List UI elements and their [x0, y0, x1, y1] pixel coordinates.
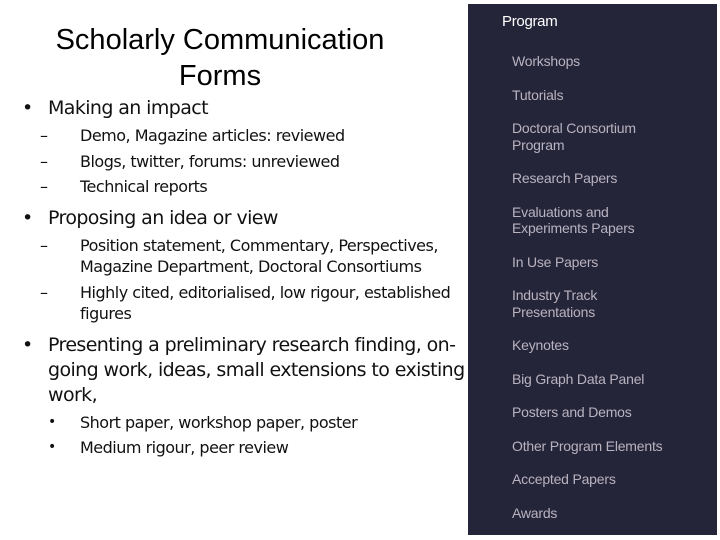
dash-icon: –	[40, 235, 48, 255]
bullet-icon: •	[48, 413, 56, 430]
sub-item: • Short paper, workshop paper, poster	[20, 412, 470, 434]
bullet-text: Making an impact	[48, 97, 209, 119]
dash-icon: –	[40, 177, 48, 196]
bullet-text: Proposing an idea or view	[48, 206, 278, 229]
menu-item-doctoral-consortium[interactable]: Doctoral Consortium Program	[512, 120, 662, 153]
sub-item-text: Position statement, Commentary, Perspect…	[80, 235, 438, 277]
slide-title: Scholarly Communication Forms	[0, 22, 440, 94]
program-menu-list: Workshops Tutorials Doctoral Consortium …	[512, 53, 712, 538]
slide-content: • Making an impact – Demo, Magazine arti…	[20, 96, 470, 467]
sub-item-text: Technical reports	[80, 177, 208, 196]
menu-item-accepted-papers[interactable]: Accepted Papers	[512, 471, 712, 488]
bullet-item: • Presenting a preliminary research find…	[20, 333, 470, 408]
bullet-icon: •	[22, 206, 33, 229]
bullet-text: Presenting a preliminary research findin…	[48, 333, 465, 406]
sub-item: – Highly cited, editorialised, low rigou…	[20, 282, 470, 325]
bullet-item: • Making an impact	[20, 96, 470, 121]
sub-item-text: Demo, Magazine articles: reviewed	[80, 126, 345, 145]
sub-item-text: Highly cited, editorialised, low rigour,…	[80, 282, 451, 324]
sub-item: – Demo, Magazine articles: reviewed	[20, 125, 470, 147]
menu-item-other-program-elements[interactable]: Other Program Elements	[512, 438, 712, 455]
slide-title-line-1: Scholarly Communication	[55, 24, 385, 56]
dash-icon: –	[40, 151, 48, 171]
section-making-impact: • Making an impact – Demo, Magazine arti…	[20, 96, 470, 198]
menu-item-in-use-papers[interactable]: In Use Papers	[512, 254, 712, 271]
menu-item-evaluations-experiments[interactable]: Evaluations and Experiments Papers	[512, 204, 652, 237]
bullet-icon: •	[22, 97, 33, 119]
program-menu-panel: Program Workshops Tutorials Doctoral Con…	[468, 4, 717, 535]
sub-item: – Technical reports	[20, 176, 470, 198]
menu-item-keynotes[interactable]: Keynotes	[512, 337, 712, 354]
slide-title-line-2: Forms	[178, 60, 262, 92]
menu-item-research-papers[interactable]: Research Papers	[512, 170, 712, 187]
sub-item: – Blogs, twitter, forums: unreviewed	[20, 151, 470, 173]
section-proposing-idea: • Proposing an idea or view – Position s…	[20, 206, 470, 325]
sub-item: • Medium rigour, peer review	[20, 437, 470, 459]
dash-icon: –	[40, 126, 48, 145]
program-menu-title[interactable]: Program	[502, 13, 558, 30]
sub-item: – Position statement, Commentary, Perspe…	[20, 235, 470, 278]
menu-item-workshops[interactable]: Workshops	[512, 53, 712, 70]
dash-icon: –	[40, 282, 48, 302]
section-presenting-finding: • Presenting a preliminary research find…	[20, 333, 470, 459]
sub-item-text: Blogs, twitter, forums: unreviewed	[80, 151, 340, 171]
bullet-icon: •	[48, 439, 56, 455]
sub-item-text: Medium rigour, peer review	[80, 438, 289, 457]
menu-item-posters-demos[interactable]: Posters and Demos	[512, 404, 712, 421]
sub-item-text: Short paper, workshop paper, poster	[80, 412, 358, 432]
menu-item-industry-track[interactable]: Industry Track Presentations	[512, 287, 612, 320]
bullet-icon: •	[22, 333, 33, 356]
menu-item-big-graph-data-panel[interactable]: Big Graph Data Panel	[512, 371, 712, 388]
menu-item-awards[interactable]: Awards	[512, 505, 712, 522]
menu-item-tutorials[interactable]: Tutorials	[512, 87, 712, 104]
bullet-item: • Proposing an idea or view	[20, 206, 470, 231]
